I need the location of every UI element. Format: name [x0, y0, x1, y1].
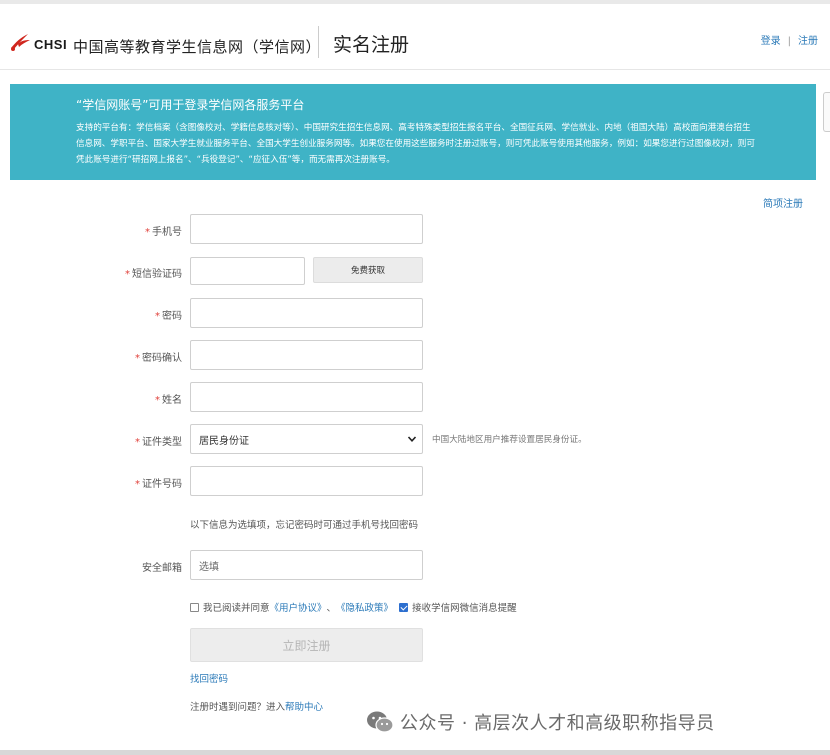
- sms-code-label: * 短信验证码: [125, 269, 182, 280]
- id-number-input[interactable]: [190, 466, 423, 496]
- user-agreement-link[interactable]: 《用户协议》: [270, 600, 327, 614]
- required-mark: *: [155, 395, 160, 406]
- password-input[interactable]: [190, 298, 423, 328]
- id-type-select[interactable]: 居民身份证: [190, 424, 423, 454]
- account-links: 登录 | 注册: [761, 32, 818, 47]
- agreement-separator: 、: [326, 603, 337, 614]
- watermark-text: 公众号 · 高层次人才和高级职称指导员: [400, 713, 715, 734]
- link-divider: |: [787, 36, 791, 47]
- password-confirm-input[interactable]: [190, 340, 423, 370]
- password-label: * 密码: [155, 311, 182, 322]
- logo-text: CHSI: [34, 36, 68, 52]
- banner-body: 支持的平台有：学信档案（含图像校对、学籍信息核对等）、中国研究生招生信息网、高考…: [76, 123, 755, 165]
- phone-input[interactable]: [190, 214, 423, 244]
- email-placeholder: 选填: [199, 561, 219, 573]
- name-label: * 姓名: [155, 395, 182, 406]
- required-mark: *: [145, 227, 150, 238]
- phone-label: * 手机号: [145, 227, 182, 238]
- agree-prefix: 我已阅读并同意: [203, 603, 270, 614]
- wechat-notify-label: 接收学信网微信消息提醒: [412, 603, 517, 614]
- simple-register-link[interactable]: 简项注册: [763, 195, 803, 210]
- agreement-row: 我已阅读并同意 《用户协议》 、 《隐私政策》 接收学信网微信消息提醒: [190, 600, 517, 614]
- id-type-hint: 中国大陆地区用户推荐设置居民身份证。: [432, 435, 587, 445]
- chevron-down-icon: [407, 436, 417, 442]
- bottom-border: [0, 750, 830, 755]
- required-mark: *: [125, 269, 130, 280]
- required-mark: *: [135, 353, 140, 364]
- torch-logo-icon: [11, 34, 30, 51]
- find-password-link[interactable]: 找回密码: [190, 671, 228, 685]
- chsi-logo[interactable]: CHSI: [8, 30, 67, 52]
- agree-checkbox[interactable]: [190, 602, 199, 612]
- watermark: 公众号 · 高层次人才和高级职称指导员: [366, 709, 715, 735]
- login-link[interactable]: 登录: [761, 36, 781, 47]
- required-mark: *: [135, 437, 140, 448]
- info-banner: “学信网账号”可用于登录学信网各服务平台 支持的平台有：学信档案（含图像校对、学…: [10, 84, 816, 180]
- id-type-value: 居民身份证: [199, 435, 249, 447]
- id-number-label: * 证件号码: [135, 479, 182, 490]
- privacy-policy-link[interactable]: 《隐私政策》: [336, 600, 393, 614]
- help-prefix: 注册时遇到问题？进入: [190, 702, 286, 713]
- required-mark: *: [135, 479, 140, 490]
- email-label: 安全邮箱: [142, 563, 182, 574]
- banner-title: “学信网账号”可用于登录学信网各服务平台: [76, 98, 305, 112]
- wechat-icon: [367, 711, 394, 733]
- wechat-notify-checkbox[interactable]: [399, 602, 409, 612]
- register-link[interactable]: 注册: [798, 36, 818, 47]
- optional-note: 以下信息为选填项，忘记密码时可通过手机号找回密码: [190, 520, 419, 531]
- side-scroll-tab[interactable]: [823, 92, 830, 132]
- get-sms-code-button[interactable]: 免费获取: [313, 257, 423, 283]
- password-confirm-label: * 密码确认: [135, 353, 182, 364]
- help-center-link[interactable]: 帮助中心: [285, 702, 323, 713]
- site-name: 中国高等教育学生信息网（学信网）: [73, 38, 322, 56]
- name-input[interactable]: [190, 382, 423, 412]
- title-divider: [318, 26, 319, 58]
- site-header: CHSI 中国高等教育学生信息网（学信网） 实名注册 登录 | 注册: [0, 4, 830, 70]
- page-title: 实名注册: [333, 34, 410, 56]
- register-submit-button[interactable]: 立即注册: [190, 628, 423, 662]
- sms-code-input[interactable]: [190, 257, 305, 285]
- email-input[interactable]: 选填: [190, 550, 423, 580]
- required-mark: *: [155, 311, 160, 322]
- help-row: 注册时遇到问题？进入帮助中心: [190, 699, 323, 713]
- id-type-label: * 证件类型: [135, 437, 182, 448]
